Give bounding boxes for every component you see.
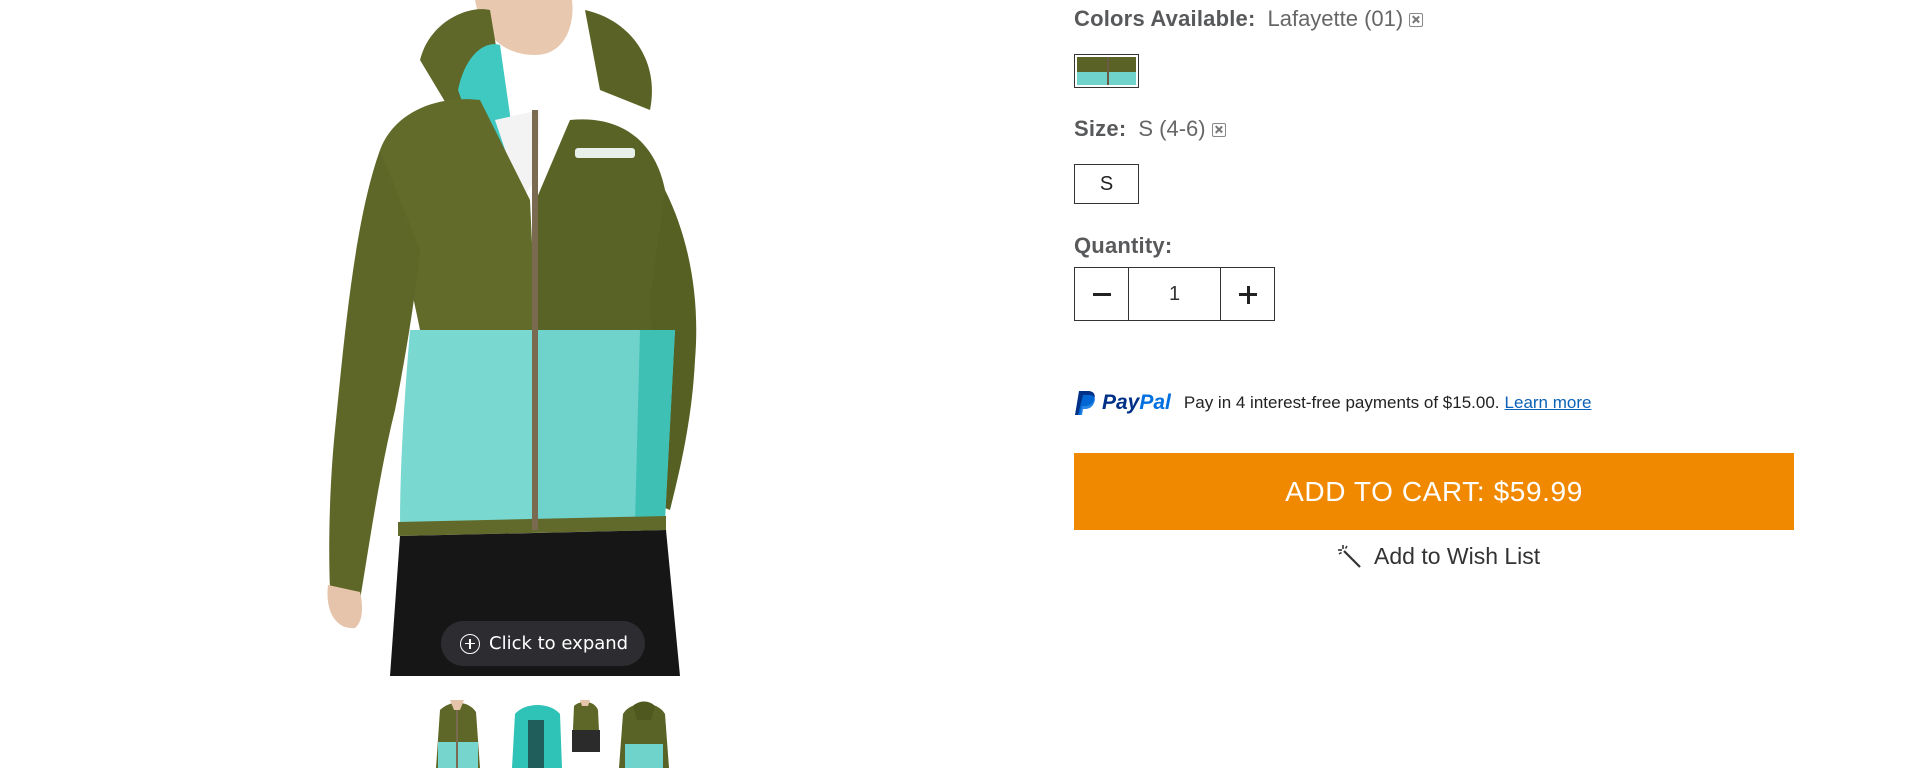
colors-label: Colors Available: — [1074, 6, 1256, 31]
plus-circle-icon — [460, 633, 480, 654]
size-label: Size: — [1074, 116, 1127, 141]
color-swatch-lafayette[interactable] — [1074, 54, 1139, 88]
size-row: Size: S (4-6) — [1074, 116, 1226, 142]
quantity-label: Quantity: — [1074, 233, 1173, 258]
decrease-quantity-button[interactable] — [1074, 267, 1129, 321]
increase-quantity-button[interactable] — [1220, 267, 1275, 321]
paypal-installment-text: Pay in 4 interest-free payments of $15.0… — [1183, 393, 1500, 412]
thumbnail-open[interactable] — [510, 700, 605, 768]
jacket-open-thumbnail-icon — [512, 700, 600, 768]
quantity-input[interactable]: 1 — [1129, 267, 1220, 321]
add-to-wish-list-button[interactable]: Add to Wish List — [1338, 543, 1540, 570]
colors-row: Colors Available: Lafayette (01) — [1074, 6, 1424, 32]
thumbnail-back[interactable] — [615, 700, 673, 768]
jacket-back-thumbnail-icon — [619, 701, 669, 768]
thumbnail-strip — [410, 700, 670, 768]
clear-size-icon[interactable] — [1211, 123, 1226, 137]
paypal-logo: PayPal — [1074, 390, 1171, 416]
click-to-expand-button[interactable]: Click to expand — [441, 621, 645, 666]
size-option-s[interactable]: S — [1074, 164, 1139, 204]
quantity-label-row: Quantity: — [1074, 233, 1172, 259]
expand-label: Click to expand — [489, 633, 629, 654]
swatch-image — [1077, 57, 1136, 85]
jacket-illustration — [327, 0, 697, 676]
learn-more-link[interactable]: Learn more — [1505, 393, 1592, 413]
purchase-panel: Colors Available: Lafayette (01) Size: S… — [1074, 0, 1794, 768]
quantity-stepper: 1 — [1074, 267, 1275, 321]
paypal-message: PayPal Pay in 4 interest-free payments o… — [1074, 390, 1591, 416]
selected-size-value: S (4-6) — [1138, 116, 1206, 141]
paypal-brand: PayPal — [1102, 391, 1171, 414]
magic-wand-icon — [1338, 544, 1361, 568]
thumbnail-front[interactable] — [430, 700, 485, 768]
jacket-front-thumbnail-icon — [436, 700, 480, 768]
selected-color-value: Lafayette (01) — [1267, 6, 1404, 31]
product-media: Click to expand — [300, 0, 780, 768]
wish-list-label: Add to Wish List — [1374, 543, 1541, 569]
add-to-cart-button[interactable]: ADD TO CART: $59.99 — [1074, 453, 1794, 530]
paypal-p-icon — [1075, 391, 1095, 415]
main-product-image[interactable]: Click to expand — [300, 0, 780, 676]
clear-color-icon[interactable] — [1409, 13, 1424, 27]
